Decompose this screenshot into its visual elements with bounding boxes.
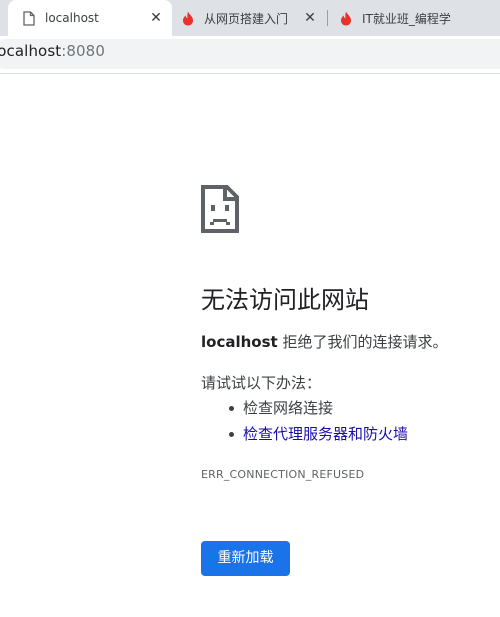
page-icon	[21, 10, 37, 26]
bullet	[229, 406, 234, 411]
suggestion-text: 检查网络连接	[243, 399, 334, 417]
error-host: localhost	[201, 333, 278, 351]
error-heading: 无法访问此网站	[201, 286, 369, 314]
flame-icon	[338, 10, 354, 26]
url-port: :8080	[61, 42, 105, 60]
bullet	[229, 432, 234, 437]
tab-localhost[interactable]: localhost ✕	[8, 0, 172, 36]
toolbar-divider	[0, 73, 500, 74]
error-code: ERR_CONNECTION_REFUSED	[201, 468, 365, 481]
error-message: localhost 拒绝了我们的连接请求。	[201, 332, 447, 352]
flame-icon	[180, 10, 196, 26]
close-tab-icon[interactable]: ✕	[302, 10, 318, 26]
suggestions-list: 检查网络连接 检查代理服务器和防火墙	[229, 398, 408, 450]
tab-webpage-tutorial[interactable]: 从网页搭建入门 ✕	[172, 0, 326, 36]
error-message-text: 拒绝了我们的连接请求。	[277, 333, 448, 351]
tab-title: 从网页搭建入门	[204, 11, 289, 26]
browser-toolbar: localhost:8080	[0, 36, 500, 73]
url-text[interactable]: localhost:8080	[0, 42, 105, 60]
tab-it-training[interactable]: IT就业班_编程学	[330, 0, 500, 36]
url-host: localhost	[0, 42, 62, 60]
sad-page-icon	[201, 185, 239, 233]
tab-title: IT就业班_编程学	[362, 11, 451, 26]
tab-title: localhost	[45, 11, 99, 25]
tab-separator	[327, 10, 328, 26]
suggestions-label: 请试试以下办法：	[201, 374, 322, 392]
tab-strip: localhost ✕ 从网页搭建入门 ✕ IT就业班_编程学	[0, 0, 500, 36]
suggestion-check-proxy-link[interactable]: 检查代理服务器和防火墙	[229, 424, 408, 444]
suggestion-check-network: 检查网络连接	[229, 398, 408, 418]
suggestion-text[interactable]: 检查代理服务器和防火墙	[243, 425, 408, 443]
close-tab-icon[interactable]: ✕	[148, 10, 164, 26]
reload-button[interactable]: 重新加载	[201, 541, 290, 576]
